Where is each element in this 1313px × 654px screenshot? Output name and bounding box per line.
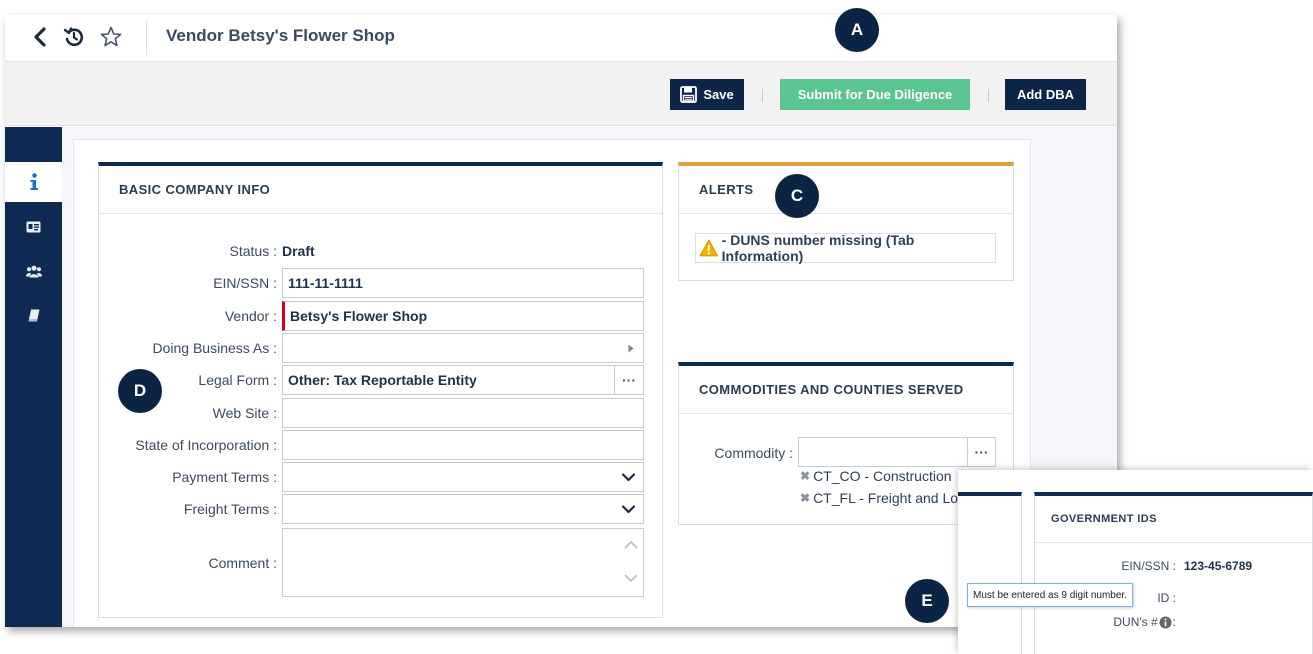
vendor-label: Vendor :	[224, 308, 277, 324]
panel-heading: GOVERNMENT IDS	[1035, 496, 1312, 543]
chevron-down-icon	[622, 505, 635, 514]
remove-tag-icon[interactable]: ✖	[800, 469, 810, 483]
commodity-tag-label: CT_FL - Freight and Log	[813, 490, 966, 506]
vendor-form-card: BASIC COMPANY INFO Status : Draft EIN/SS…	[73, 139, 1031, 627]
state-of-incorporation-input[interactable]	[282, 430, 644, 460]
ein-label: EIN/SSN :	[213, 275, 277, 291]
legal-form-field[interactable]: Other: Tax Reportable Entity ···	[282, 365, 644, 395]
header-divider	[146, 21, 147, 55]
comment-label-row: Comment :	[99, 548, 277, 578]
warning-icon	[699, 239, 719, 257]
toolbar-separator	[762, 89, 763, 102]
legal-form-lookup-button[interactable]: ···	[614, 365, 643, 395]
duns-label: DUN's # :	[1113, 615, 1176, 629]
alerts-panel: ALERTS - DUNS number missing (Tab Inform…	[678, 162, 1014, 281]
state-label-row: State of Incorporation :	[99, 430, 277, 460]
basic-company-info-panel: BASIC COMPANY INFO Status : Draft EIN/SS…	[98, 162, 663, 618]
vendor-name-input[interactable]: Betsy's Flower Shop	[282, 301, 644, 331]
save-label: Save	[703, 87, 734, 102]
callout-e: E	[905, 579, 949, 623]
back-icon[interactable]	[27, 23, 53, 51]
panel-heading: COMMODITIES AND COUNTIES SERVED	[679, 366, 1013, 414]
add-dba-button[interactable]: Add DBA	[1005, 79, 1086, 110]
users-icon	[25, 265, 42, 277]
dba-label: Doing Business As :	[152, 340, 277, 356]
top-bar: Vendor Betsy's Flower Shop	[5, 15, 1117, 62]
ein-ssn-input[interactable]: 111-11-1111	[282, 268, 644, 298]
commodity-tag-label: CT_CO - Construction	[813, 468, 952, 484]
government-ids-inset: GOVERNMENT IDS EIN/SSN : 123-45-6789 ID …	[958, 470, 1313, 654]
gov-id-label: ID :	[1157, 591, 1176, 605]
alert-item[interactable]: - DUNS number missing (Tab Information)	[695, 232, 996, 264]
left-sidebar	[5, 127, 62, 627]
state-of-incorporation-label: State of Incorporation :	[135, 437, 277, 453]
info-circle-icon[interactable]	[1159, 616, 1172, 629]
web-site-label: Web Site :	[212, 405, 277, 421]
alert-message: - DUNS number missing (Tab Information)	[721, 232, 915, 264]
app-window: Vendor Betsy's Flower Shop Save Submit f…	[5, 15, 1117, 627]
commodity-tag: ✖ CT_CO - Construction	[800, 468, 952, 484]
gov-ein-value: 123-45-6789	[1184, 559, 1253, 573]
toolbar-separator	[988, 89, 989, 102]
freight-terms-label-row: Freight Terms :	[99, 494, 277, 524]
duns-tooltip: Must be entered as 9 digit number.	[967, 583, 1133, 607]
sidebar-tab-documents[interactable]	[5, 295, 62, 335]
gov-ein-label: EIN/SSN :	[1121, 559, 1176, 573]
id-card-icon	[26, 221, 41, 233]
commodity-input[interactable]: ···	[798, 437, 996, 467]
history-icon[interactable]	[61, 23, 87, 51]
callout-a: A	[835, 8, 879, 52]
duns-colon: :	[1172, 615, 1176, 629]
vendor-label-row: Vendor :	[99, 301, 277, 331]
commodity-tag: ✖ CT_FL - Freight and Log	[800, 490, 966, 506]
remove-tag-icon[interactable]: ✖	[800, 491, 810, 505]
scroll-up-icon[interactable]	[624, 541, 638, 549]
adjacent-panel-edge	[958, 492, 1022, 654]
payment-terms-label-row: Payment Terms :	[99, 462, 277, 492]
dba-label-row: Doing Business As :	[99, 333, 277, 363]
legal-form-value: Other: Tax Reportable Entity	[288, 372, 477, 388]
status-value: Draft	[282, 243, 315, 259]
comment-label: Comment :	[208, 555, 277, 571]
freight-terms-select[interactable]	[282, 494, 644, 524]
legal-form-label: Legal Form :	[198, 372, 277, 388]
page-title: Vendor Betsy's Flower Shop	[166, 26, 395, 45]
chevron-down-icon	[622, 473, 635, 482]
duns-label-text: DUN's #	[1113, 615, 1158, 629]
freight-terms-label: Freight Terms :	[183, 501, 277, 517]
callout-d: D	[118, 369, 162, 413]
commodity-label: Commodity :	[714, 445, 793, 461]
payment-terms-select[interactable]	[282, 462, 644, 492]
doing-business-as-field[interactable]	[282, 333, 644, 363]
comment-textarea[interactable]	[282, 528, 644, 597]
status-label: Status :	[229, 243, 277, 259]
star-icon[interactable]	[98, 23, 124, 51]
government-ids-panel: GOVERNMENT IDS EIN/SSN : 123-45-6789 ID …	[1034, 492, 1313, 654]
save-button[interactable]: Save	[670, 79, 744, 110]
action-toolbar: Save Submit for Due Diligence Add DBA	[5, 62, 1117, 126]
submit-due-diligence-button[interactable]: Submit for Due Diligence	[780, 79, 970, 110]
web-site-input[interactable]	[282, 398, 644, 428]
sidebar-tab-details[interactable]	[5, 207, 62, 247]
panel-heading: ALERTS	[679, 166, 1013, 214]
commodity-lookup-button[interactable]: ···	[967, 437, 995, 467]
scroll-down-icon[interactable]	[624, 574, 638, 582]
floppy-disk-icon	[680, 86, 698, 103]
ein-label-row: EIN/SSN :	[99, 268, 277, 298]
payment-terms-label: Payment Terms :	[172, 469, 277, 485]
status-row: Status :	[99, 236, 277, 266]
callout-c: C	[775, 174, 819, 218]
panel-heading: BASIC COMPANY INFO	[99, 166, 662, 214]
sidebar-tab-info[interactable]	[5, 162, 62, 202]
info-icon	[30, 173, 38, 190]
caret-right-icon	[628, 344, 634, 353]
sidebar-tab-contacts[interactable]	[5, 251, 62, 291]
book-icon	[28, 309, 39, 321]
